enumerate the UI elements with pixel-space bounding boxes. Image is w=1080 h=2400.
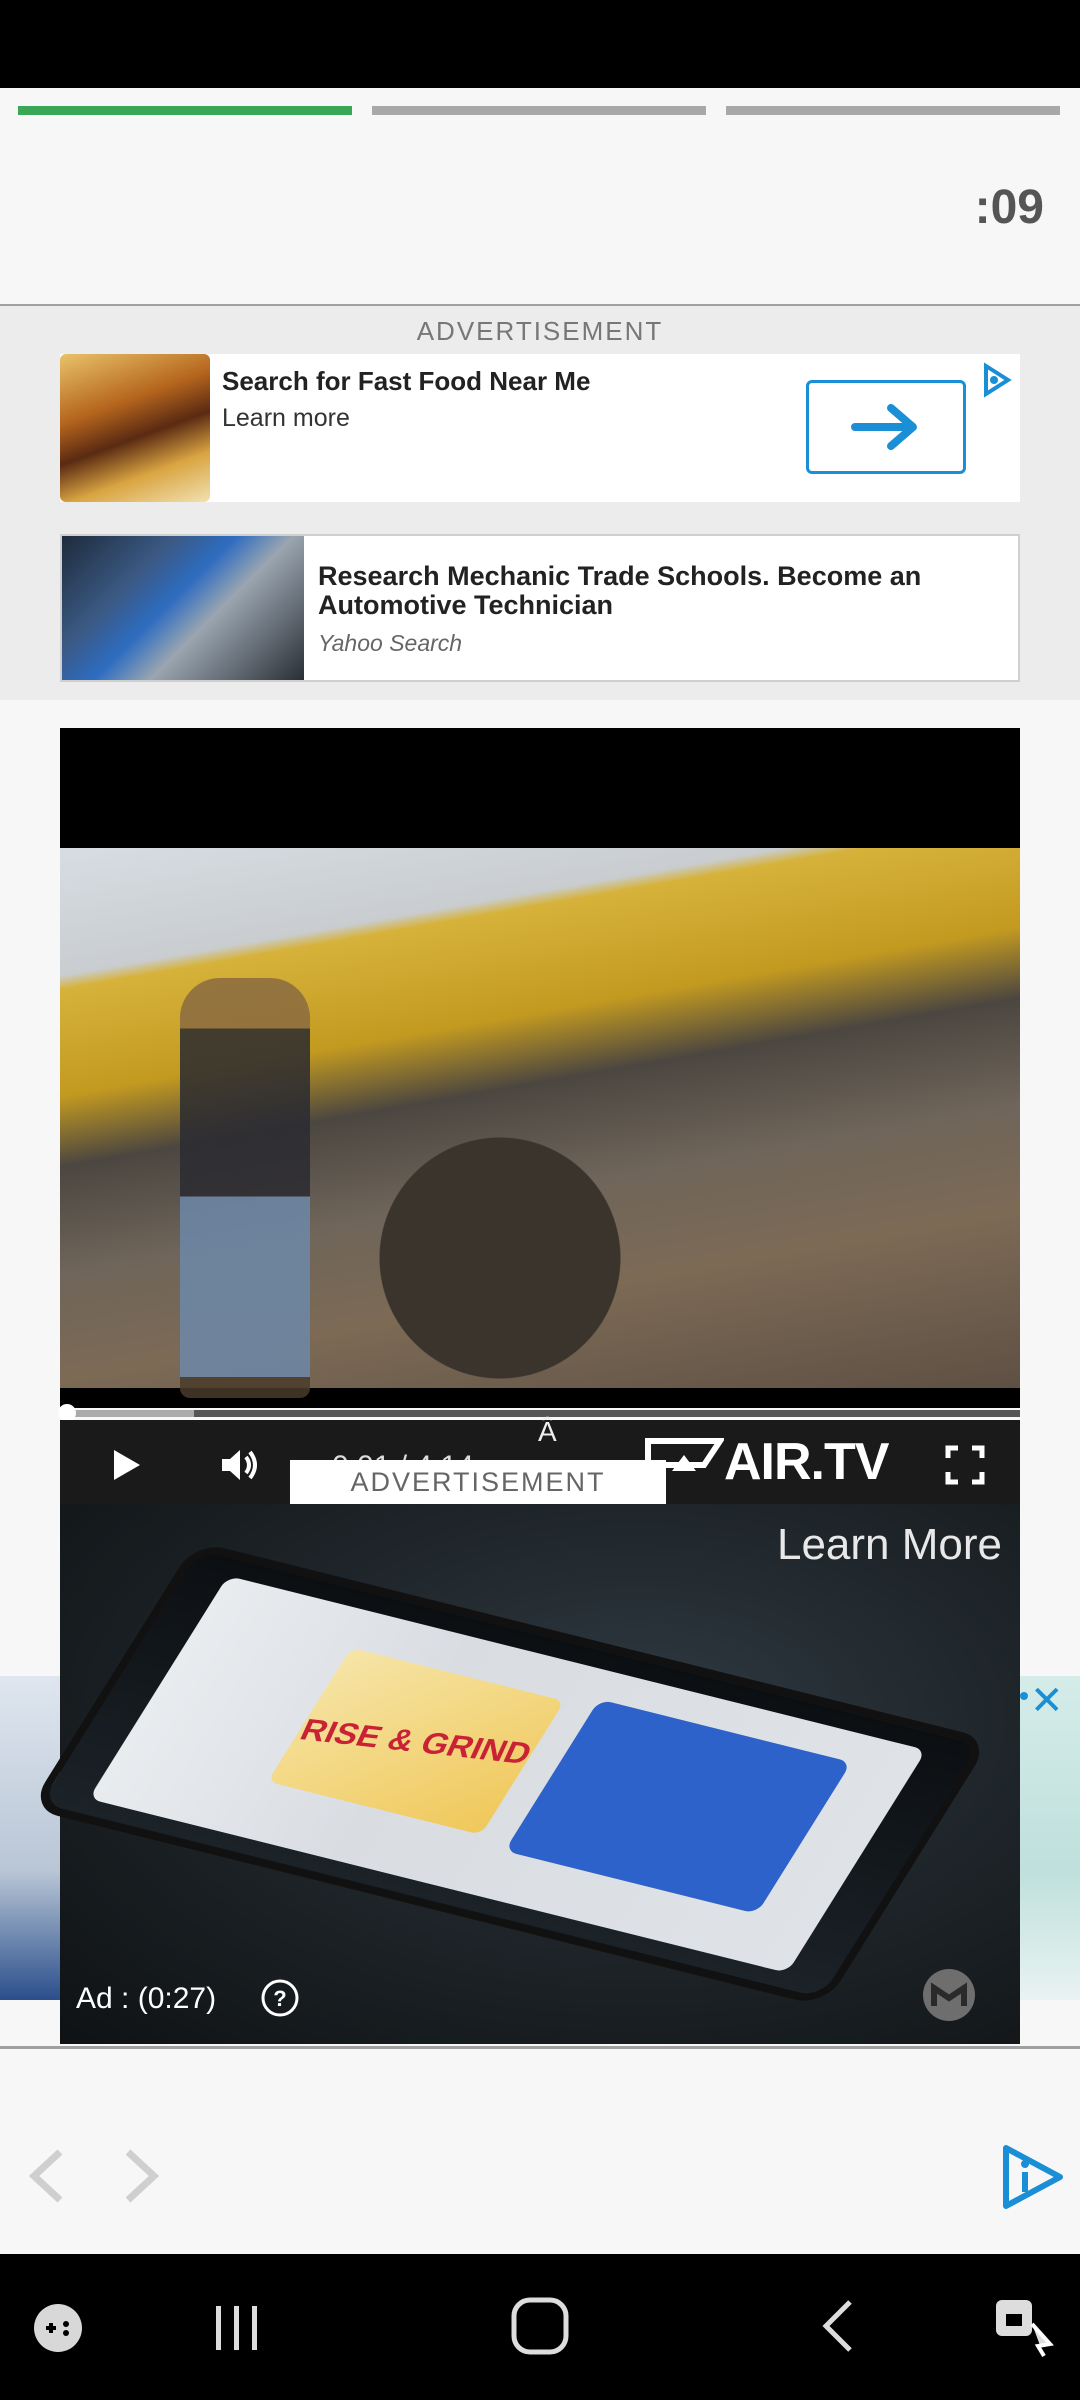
volume-icon[interactable]: [216, 1442, 262, 1488]
video-person: [180, 978, 310, 1398]
arrow-right-icon: [851, 404, 917, 450]
status-bar: [0, 0, 1080, 88]
back-icon[interactable]: [812, 2296, 872, 2356]
story-progress-segment-1: [18, 106, 352, 115]
seek-buffer: [60, 1410, 195, 1417]
overlay-ad-label-box: ADVERTISEMENT: [290, 1460, 666, 1504]
airtv-text: AIR.TV: [724, 1433, 889, 1491]
bottom-divider: [0, 2046, 1080, 2049]
svg-text:?: ?: [273, 1986, 286, 2011]
brand-i-icon[interactable]: [998, 2144, 1064, 2210]
video-caret: Â: [538, 1416, 557, 1447]
mug-card: [504, 1699, 852, 1914]
overlay-video-ad[interactable]: Learn More RISE & GRIND Ad : (0:27) ?: [28, 1504, 1020, 2044]
mechanic-school-ad[interactable]: Research Mechanic Trade Schools. Become …: [60, 534, 1020, 682]
ad-title[interactable]: Research Mechanic Trade Schools. Become …: [318, 562, 1008, 620]
close-icon[interactable]: ✕: [1030, 1678, 1064, 1724]
banner-right-edge[interactable]: [1020, 1676, 1080, 2000]
ad-learn-more[interactable]: Learn more: [222, 404, 350, 433]
fullscreen-icon[interactable]: [942, 1442, 988, 1488]
chevron-left-icon[interactable]: [20, 2146, 80, 2206]
mechanic-image: [62, 536, 304, 680]
accessibility-lock-icon[interactable]: [990, 2294, 1054, 2358]
video-player[interactable]: 0:01 / 4:14 Â AIR.TV: [58, 728, 1020, 1510]
rise-and-grind-card: RISE & GRIND: [267, 1647, 565, 1835]
story-timer: :09: [974, 181, 1044, 234]
fast-food-ad[interactable]: Search for Fast Food Near Me Learn more: [60, 354, 1020, 502]
phone-screen: RISE & GRIND: [88, 1575, 927, 1973]
ad-countdown: Ad : (0:27): [76, 1982, 217, 2015]
learn-more-link[interactable]: Learn More: [777, 1520, 1002, 1570]
ad-arrow-button[interactable]: [806, 380, 966, 474]
burger-image: [60, 354, 210, 502]
rise-text: RISE & GRIND: [295, 1711, 538, 1770]
banner-left-edge[interactable]: [0, 1676, 60, 2000]
game-launcher-icon[interactable]: [30, 2300, 86, 2356]
phone-image: RISE & GRIND: [28, 1541, 992, 2007]
adchoices-icon[interactable]: [976, 360, 1016, 400]
advertiser-logo-icon: [923, 1969, 975, 2021]
overlay-ad-label: ADVERTISEMENT: [350, 1466, 606, 1497]
story-progress-fill-1: [18, 106, 352, 115]
recent-apps-icon[interactable]: [206, 2298, 266, 2358]
play-icon[interactable]: [102, 1442, 148, 1488]
ad-title[interactable]: Search for Fast Food Near Me: [222, 366, 590, 397]
story-progress-segment-3: [726, 106, 1060, 115]
banner-dot: [1020, 1692, 1028, 1700]
ad-source: Yahoo Search: [318, 630, 463, 656]
system-nav-bar: [0, 2254, 1080, 2400]
story-progress-segment-2: [372, 106, 706, 115]
chevron-right-icon[interactable]: [108, 2146, 168, 2206]
home-icon[interactable]: [508, 2294, 572, 2358]
ad-label: ADVERTISEMENT: [416, 316, 664, 346]
video-frame[interactable]: [60, 848, 1020, 1398]
airtv-logo[interactable]: AIR.TV: [644, 1433, 889, 1491]
help-icon[interactable]: ?: [260, 1978, 300, 2018]
